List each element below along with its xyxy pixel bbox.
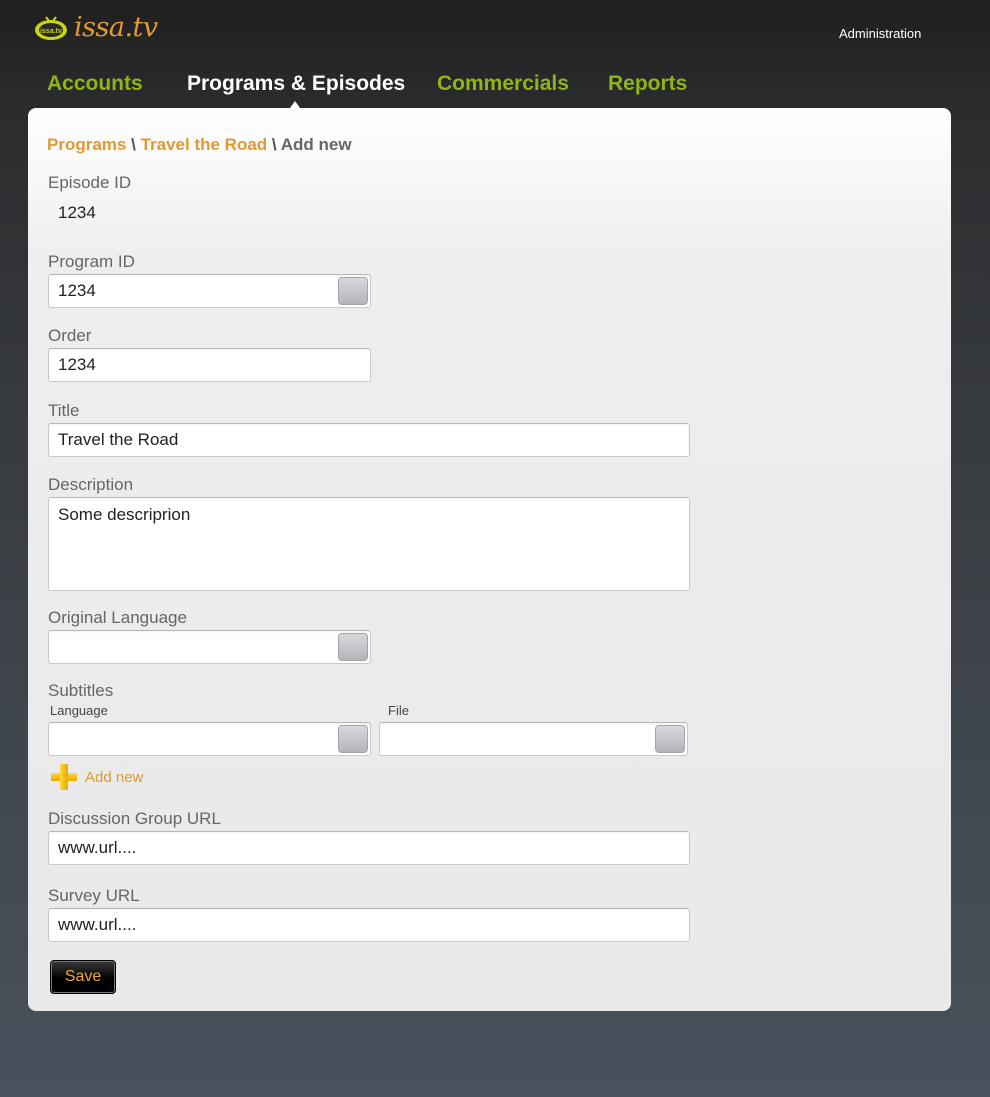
tv-icon: issa.tv: [34, 14, 68, 40]
main-nav: Accounts Programs & Episodes Commercials…: [0, 72, 990, 102]
nav-item-reports[interactable]: Reports: [608, 72, 687, 96]
description-label: Description: [48, 475, 134, 494]
survey-url-input[interactable]: www.url....: [48, 908, 690, 942]
program-id-label: Program ID: [48, 252, 135, 271]
discussion-group-url-label: Discussion Group URL: [48, 809, 221, 828]
administration-link[interactable]: Administration: [839, 26, 921, 41]
brand-logo[interactable]: issa.tv issa.tv: [34, 9, 158, 45]
content-panel: Programs \ Travel the Road \ Add new Epi…: [28, 108, 951, 1011]
program-id-select[interactable]: 1234: [48, 274, 371, 308]
breadcrumb-separator: \: [131, 135, 136, 154]
original-language-label: Original Language: [48, 608, 187, 627]
logo-text: issa.tv: [74, 11, 158, 43]
nav-item-commercials[interactable]: Commercials: [437, 72, 569, 96]
subtitle-language-select[interactable]: [48, 722, 371, 756]
dropdown-button[interactable]: [338, 633, 368, 661]
program-id-value: 1234: [58, 281, 96, 300]
breadcrumb-current: Add new: [280, 135, 352, 154]
subtitles-label: Subtitles: [48, 681, 114, 700]
nav-item-programs-episodes[interactable]: Programs & Episodes: [187, 72, 405, 96]
nav-item-accounts[interactable]: Accounts: [47, 72, 143, 96]
title-label: Title: [48, 401, 80, 420]
active-nav-indicator: [290, 101, 300, 108]
subtitle-file-label: File: [388, 703, 409, 718]
breadcrumb-programs[interactable]: Programs: [47, 135, 126, 154]
save-button[interactable]: Save: [50, 960, 116, 994]
original-language-select[interactable]: [48, 630, 371, 664]
description-textarea[interactable]: Some descriprion: [48, 497, 690, 591]
subtitle-file-select[interactable]: [379, 722, 688, 756]
order-label: Order: [48, 326, 92, 345]
dropdown-button[interactable]: [655, 725, 685, 753]
survey-url-label: Survey URL: [48, 886, 140, 905]
plus-icon: [51, 764, 77, 790]
subtitle-language-label: Language: [50, 703, 108, 718]
title-input[interactable]: Travel the Road: [48, 423, 690, 457]
breadcrumb-separator: \: [271, 135, 277, 154]
discussion-group-url-input[interactable]: www.url....: [48, 831, 690, 865]
add-subtitle-button[interactable]: Add new: [51, 763, 143, 791]
logo-badge-text: issa.tv: [40, 28, 62, 35]
order-input[interactable]: 1234: [48, 348, 371, 382]
add-new-label: Add new: [85, 768, 144, 786]
dropdown-button[interactable]: [338, 725, 368, 753]
episode-id-value: 1234: [58, 203, 96, 222]
episode-id-label: Episode ID: [48, 173, 132, 192]
breadcrumb: Programs \ Travel the Road \ Add new: [47, 135, 352, 155]
breadcrumb-program-title[interactable]: Travel the Road: [141, 135, 268, 154]
dropdown-button[interactable]: [338, 277, 368, 305]
